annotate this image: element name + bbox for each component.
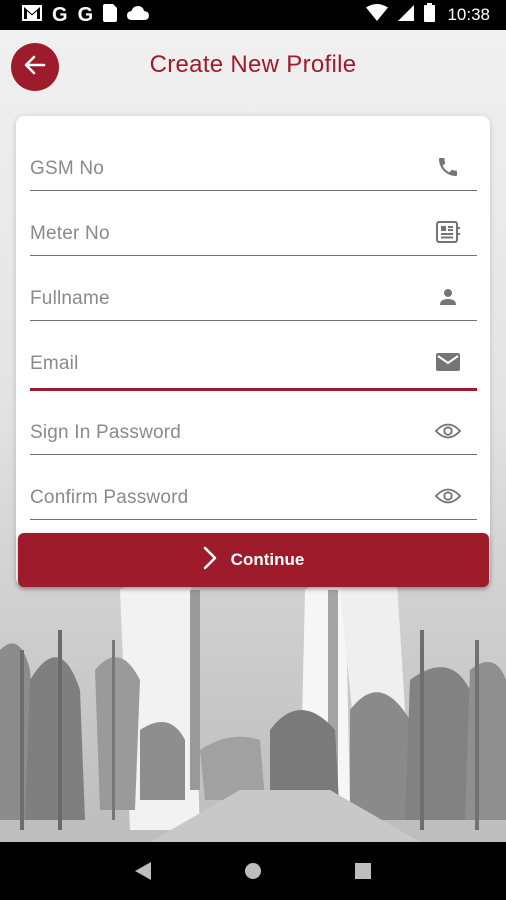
gsm-no-field[interactable]: GSM No [30, 126, 477, 191]
status-left: G G [22, 3, 150, 27]
meter-no-label: Meter No [30, 223, 110, 244]
sim-card-icon [103, 3, 118, 27]
app-screen: Create New Profile GSM No Meter No Fulln… [0, 30, 506, 842]
home-circle-icon[interactable] [238, 856, 268, 886]
google-icon: G [52, 4, 68, 26]
continue-button[interactable]: Continue [18, 533, 489, 587]
google-icon: G [77, 4, 94, 26]
status-time: 10:38 [447, 5, 490, 24]
page-title: Create New Profile [149, 51, 357, 78]
eye-icon[interactable] [435, 483, 461, 509]
status-right: 10:38 [366, 3, 490, 27]
gmail-icon [22, 4, 42, 26]
recents-square-icon[interactable] [348, 856, 378, 886]
email-field[interactable]: Email [30, 321, 477, 391]
sign-in-password-label: Sign In Password [30, 422, 182, 443]
cloud-icon [127, 5, 150, 25]
profile-form-card: GSM No Meter No Fullname Email Sign In P… [16, 116, 490, 586]
signal-icon [398, 4, 415, 26]
gsm-no-label: GSM No [30, 158, 105, 179]
confirm-password-field[interactable]: Confirm Password [30, 455, 477, 520]
back-triangle-icon[interactable] [128, 856, 158, 886]
meter-no-field[interactable]: Meter No [30, 191, 477, 256]
email-icon [435, 349, 461, 375]
meter-icon [435, 219, 461, 245]
sign-in-password-field[interactable]: Sign In Password [30, 390, 477, 455]
battery-icon [424, 3, 436, 27]
email-label: Email [30, 353, 79, 374]
chevron-right-icon [203, 546, 217, 575]
fullname-field[interactable]: Fullname [30, 256, 477, 321]
phone-icon [435, 154, 461, 180]
navigation-bar [0, 842, 506, 900]
wifi-icon [366, 4, 389, 26]
confirm-password-label: Confirm Password [30, 487, 189, 508]
continue-label: Continue [230, 550, 305, 569]
status-bar: G G 10:38 [0, 0, 506, 30]
person-icon [435, 284, 461, 310]
fullname-label: Fullname [30, 288, 110, 309]
eye-icon[interactable] [435, 418, 461, 444]
